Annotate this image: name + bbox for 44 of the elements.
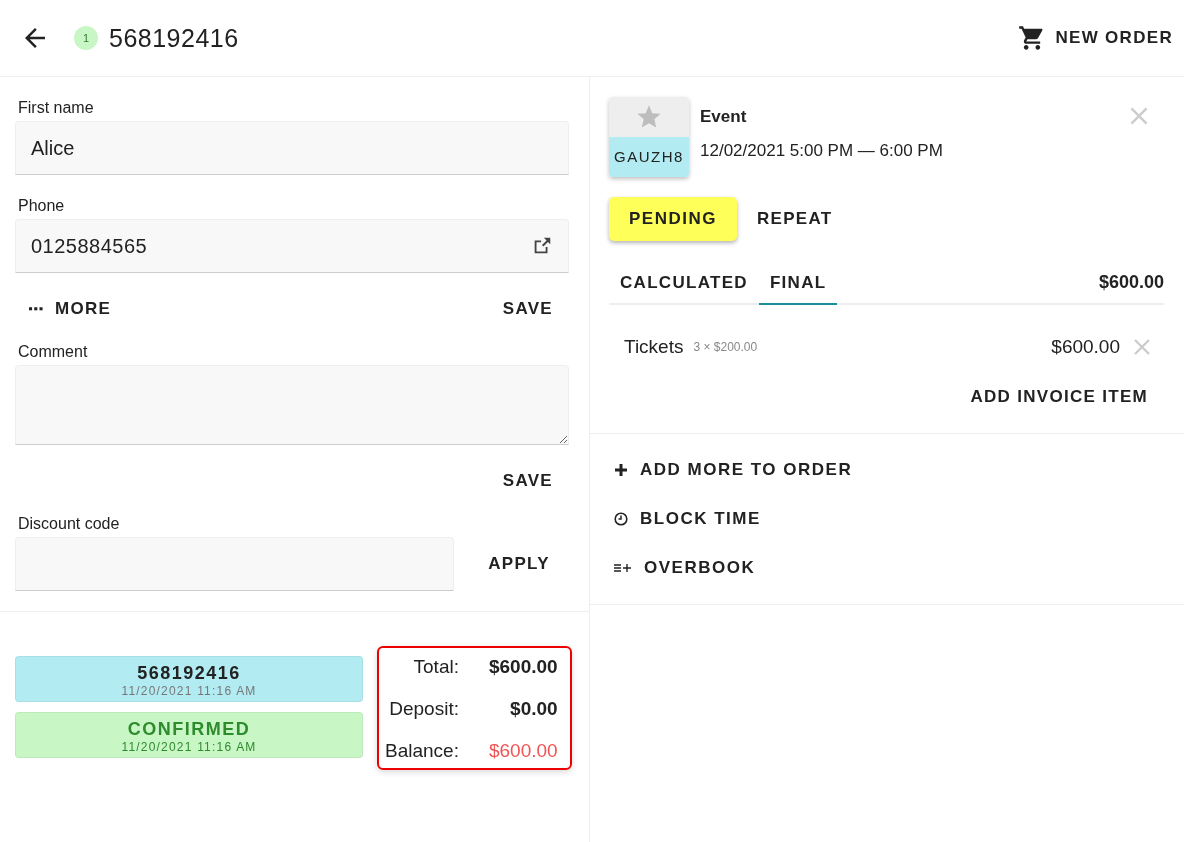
status-title: 568192416	[137, 663, 241, 684]
order-number: 568192416	[109, 23, 239, 53]
first-name-field[interactable]: Alice	[15, 121, 569, 175]
plus-icon	[614, 463, 628, 477]
action-button[interactable]: ADD MORE TO ORDER	[606, 456, 861, 484]
discount-code-field[interactable]	[15, 537, 454, 591]
tab[interactable]: CALCULATED	[609, 261, 759, 305]
field-label: Comment	[18, 343, 89, 361]
total-label: Balance:	[385, 740, 459, 762]
field-label: First name	[18, 99, 95, 117]
total-value: $600.00	[488, 740, 558, 762]
add-invoice-item-button[interactable]: ADD INVOICE ITEM	[954, 379, 1164, 415]
status-time: 11/20/2021 11:16 AM	[121, 684, 257, 698]
pending-button[interactable]: PENDING	[609, 197, 737, 241]
clock-icon	[614, 512, 628, 526]
status-title: CONFIRMED	[127, 719, 251, 740]
action-button[interactable]: OVERBOOK	[606, 554, 764, 582]
comment-field[interactable]	[15, 365, 569, 445]
field-label: Phone	[18, 197, 66, 215]
more-icon	[29, 307, 43, 311]
item-name: Tickets	[624, 336, 684, 358]
total-value: $0.00	[509, 698, 558, 720]
total-value: $600.00	[488, 656, 558, 678]
item-amount: $600.00	[1051, 336, 1120, 358]
save-button[interactable]: SAVE	[486, 291, 569, 327]
item-detail: 3 × $200.00	[693, 340, 758, 354]
count-badge: 1	[74, 26, 98, 50]
new-order-button[interactable]: NEW ORDER	[1013, 20, 1177, 56]
event-title: Event	[700, 107, 748, 127]
field-label: Discount code	[18, 515, 121, 533]
event-code: GAUZH8	[609, 137, 689, 177]
total-label: Total:	[412, 656, 459, 678]
phone-field[interactable]: 0125884565	[15, 219, 569, 273]
event-time: 12/02/2021 5:00 PM — 6:00 PM	[700, 141, 943, 161]
apply-button[interactable]: APPLY	[469, 546, 569, 582]
repeat-button[interactable]: REPEAT	[740, 201, 849, 237]
list-plus-icon	[614, 562, 632, 574]
tab[interactable]: FINAL	[758, 261, 838, 305]
status-time: 11/20/2021 11:16 AM	[121, 740, 257, 754]
save-button[interactable]: SAVE	[486, 463, 569, 499]
total-label: Deposit:	[388, 698, 459, 720]
more-button[interactable]: MORE	[15, 291, 128, 327]
tab-total: $600.00	[1098, 271, 1164, 293]
action-button[interactable]: BLOCK TIME	[606, 505, 769, 533]
